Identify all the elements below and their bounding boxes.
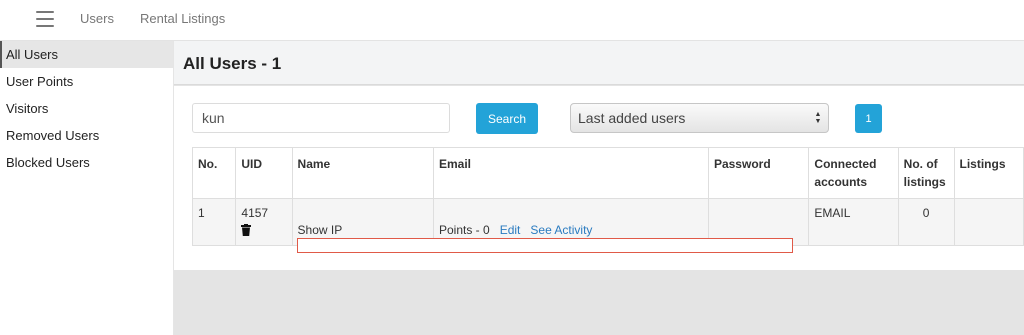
- sidebar: All Users User Points Visitors Removed U…: [0, 41, 174, 335]
- users-table: No. UID Name Email Password Connected ac…: [191, 147, 1024, 246]
- sidebar-item-user-points[interactable]: User Points: [0, 68, 173, 95]
- page-1-button[interactable]: 1: [855, 104, 882, 133]
- points-text: Points - 0: [439, 223, 490, 237]
- page-title: All Users - 1: [183, 54, 282, 73]
- sidebar-item-visitors[interactable]: Visitors: [0, 95, 173, 122]
- cell-connected-accounts: EMAIL: [808, 198, 899, 246]
- header-uid: UID: [235, 147, 293, 199]
- main-content: All Users - 1 Search Last added users ▲▼…: [174, 41, 1024, 335]
- header-no-of-listings: No. of listings: [897, 147, 955, 199]
- page-header: All Users - 1: [174, 41, 1024, 85]
- name-edit-field[interactable]: [297, 238, 793, 253]
- header-connected-accounts: Connected accounts: [808, 147, 899, 199]
- sidebar-item-all-users[interactable]: All Users: [0, 41, 173, 68]
- nav-users-link[interactable]: Users: [80, 11, 114, 26]
- users-panel: Search Last added users ▲▼ 1 No. UID Nam…: [174, 86, 1024, 270]
- trash-icon[interactable]: [241, 224, 252, 241]
- cell-no: 1: [191, 198, 237, 246]
- search-button[interactable]: Search: [476, 103, 538, 134]
- search-input[interactable]: [192, 103, 450, 133]
- sort-select[interactable]: Last added users ▲ ▼: [570, 103, 829, 133]
- see-activity-link[interactable]: See Activity: [530, 223, 592, 237]
- sort-select-value: Last added users: [578, 110, 686, 126]
- sidebar-item-removed-users[interactable]: Removed Users: [0, 122, 173, 149]
- uid-value: 4157: [241, 206, 269, 220]
- header-email: Email: [433, 147, 709, 199]
- select-arrows-icon: ▲ ▼: [814, 111, 822, 125]
- header-password: Password: [707, 147, 810, 199]
- header-name: Name: [291, 147, 435, 199]
- table-header-row: No. UID Name Email Password Connected ac…: [191, 147, 1024, 199]
- header-listings: Listings: [953, 147, 1024, 199]
- sidebar-item-blocked-users[interactable]: Blocked Users: [0, 149, 173, 176]
- top-bar: Users Rental Listings: [0, 0, 1024, 41]
- hamburger-menu-icon[interactable]: [36, 11, 54, 27]
- cell-no-of-listings: 0: [897, 198, 955, 246]
- cell-uid: 4157: [235, 198, 293, 246]
- cell-listings: [953, 198, 1024, 246]
- show-ip-link[interactable]: Show IP: [298, 223, 343, 237]
- header-no: No.: [191, 147, 237, 199]
- edit-link[interactable]: Edit: [500, 223, 521, 237]
- nav-rental-listings-link[interactable]: Rental Listings: [140, 11, 225, 26]
